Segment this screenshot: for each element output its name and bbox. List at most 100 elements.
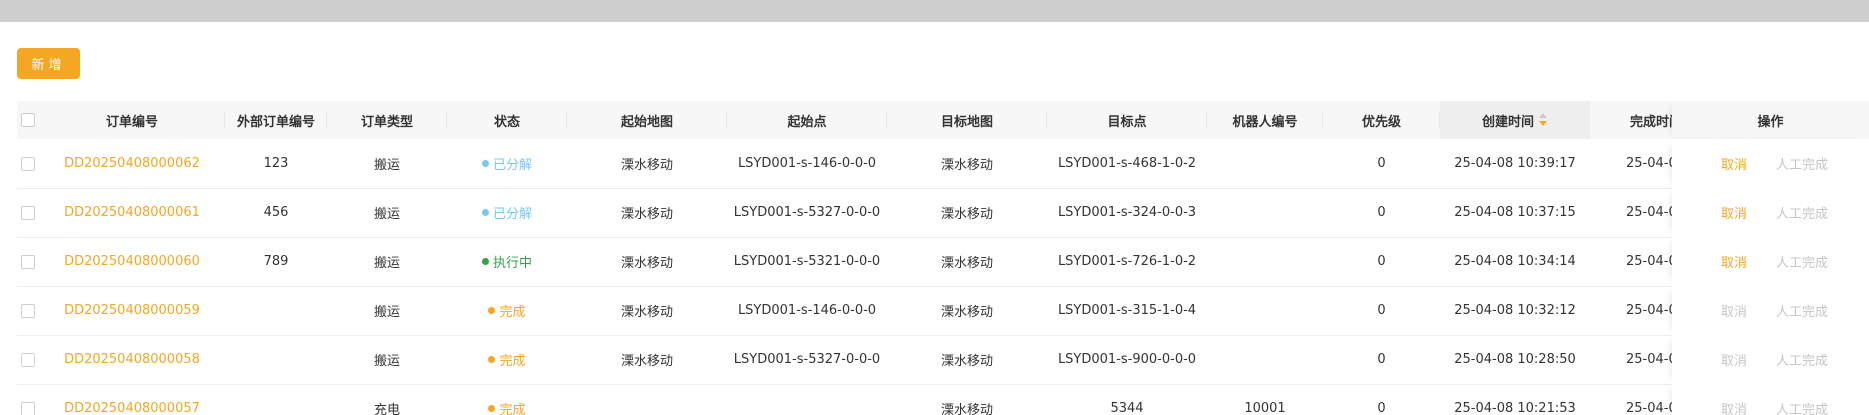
status-cell: 完成: [447, 286, 567, 335]
ext-no: 456: [263, 205, 289, 220]
target-point: LSYD001-s-900-0-0-0: [1057, 352, 1197, 367]
col-actions: 操作: [1757, 114, 1784, 130]
order-table: 订单编号 外部订单编号 订单类型 状态 起始地图 起始点 目标地图 目标点 机器…: [17, 101, 1869, 415]
row-select[interactable]: [17, 237, 39, 286]
row-actions: 取消 人工完成: [1672, 384, 1869, 415]
select-all-checkbox[interactable]: [21, 113, 35, 127]
col-target-map: 目标地图: [887, 101, 1047, 139]
table-row: DD20250408000060 789 搬运 执行中 溧水移动 LSYD001-s-53…: [17, 237, 1869, 287]
ext-no: [225, 335, 327, 384]
order-no-link[interactable]: DD20250408000057: [39, 384, 225, 415]
row-actions: 取消 人工完成: [1672, 335, 1869, 384]
target-point: LSYD001-s-726-1-0-2: [1057, 254, 1197, 269]
start-point: LSYD001-s-5327-0-0-0: [733, 352, 881, 367]
target-map: 溧水移动: [940, 256, 993, 271]
manual-complete-button[interactable]: 人工完成: [1762, 384, 1842, 415]
cancel-button[interactable]: 取消: [1706, 286, 1762, 335]
order-no-link[interactable]: DD20250408000061: [39, 188, 225, 237]
add-button[interactable]: 新增: [17, 48, 80, 79]
order-type: 搬运: [373, 207, 400, 222]
ext-no: 789: [263, 254, 289, 269]
table-row: DD20250408000058 搬运 完成 溧水移动 LSYD001-s-5327-0…: [17, 335, 1869, 385]
status-badge: 完成: [488, 301, 526, 320]
row-checkbox[interactable]: [21, 352, 35, 367]
status-cell: 已分解: [447, 139, 567, 188]
row-checkbox[interactable]: [21, 303, 35, 318]
row-checkbox[interactable]: [21, 254, 35, 269]
table-row: DD20250408000062 123 搬运 已分解 溧水移动 LSYD001-s-14…: [17, 139, 1869, 189]
col-actions-wrap: 操作: [1672, 101, 1869, 139]
cancel-button[interactable]: 取消: [1706, 335, 1762, 384]
status-badge: 执行中: [481, 252, 532, 271]
priority: 0: [1377, 401, 1386, 415]
created-time: 25-04-08 10:32:12: [1454, 303, 1576, 318]
target-map: 溧水移动: [940, 158, 993, 173]
created-time: 25-04-08 10:37:15: [1454, 205, 1576, 220]
target-point: LSYD001-s-315-1-0-4: [1057, 303, 1197, 318]
row-actions: 取消 人工完成: [1672, 237, 1869, 286]
manual-complete-button[interactable]: 人工完成: [1762, 286, 1842, 335]
row-actions: 取消 人工完成: [1672, 139, 1869, 188]
order-no-link[interactable]: DD20250408000059: [39, 286, 225, 335]
status-dot-icon: [481, 258, 489, 265]
robot-no: [1207, 335, 1323, 384]
order-type: 充电: [373, 403, 400, 415]
row-actions: 取消 人工完成: [1672, 286, 1869, 335]
start-map: 溧水移动: [620, 256, 673, 271]
robot-no: [1207, 188, 1323, 237]
table-row: DD20250408000061 456 搬运 已分解 溧水移动 LSYD001-s-53…: [17, 188, 1869, 238]
col-type: 订单类型: [327, 101, 447, 139]
top-bar: [0, 0, 1869, 22]
status-badge: 已分解: [481, 203, 532, 222]
status-dot-icon: [481, 209, 489, 216]
row-checkbox[interactable]: [21, 156, 35, 171]
status-dot-icon: [488, 405, 496, 412]
robot-no: 10001: [1244, 401, 1286, 415]
row-select[interactable]: [17, 335, 39, 384]
sort-caret-icon[interactable]: [1538, 113, 1548, 127]
cancel-button[interactable]: 取消: [1706, 237, 1762, 286]
row-select[interactable]: [17, 188, 39, 237]
cancel-button[interactable]: 取消: [1706, 139, 1762, 188]
priority: 0: [1377, 352, 1386, 367]
table-row: DD20250408000057 充电 完成 溧水移动 5344 10001 0 25-04-…: [17, 384, 1869, 415]
robot-no: [1207, 139, 1323, 188]
start-map: 溧水移动: [620, 207, 673, 222]
manual-complete-button[interactable]: 人工完成: [1762, 335, 1842, 384]
status-dot-icon: [481, 160, 489, 167]
header-select-all[interactable]: [17, 101, 39, 139]
row-checkbox[interactable]: [21, 205, 35, 220]
cancel-button[interactable]: 取消: [1706, 384, 1762, 415]
target-point: LSYD001-s-324-0-0-3: [1057, 205, 1197, 220]
target-map: 溧水移动: [940, 207, 993, 222]
created-time: 25-04-08 10:21:53: [1454, 401, 1576, 415]
start-map: 溧水移动: [620, 305, 673, 320]
ext-no: 123: [263, 156, 289, 171]
priority: 0: [1377, 156, 1386, 171]
manual-complete-button[interactable]: 人工完成: [1762, 139, 1842, 188]
order-no-link[interactable]: DD20250408000058: [39, 335, 225, 384]
start-point: LSYD001-s-146-0-0-0: [737, 156, 877, 171]
ext-no: [225, 384, 327, 415]
order-no-link[interactable]: DD20250408000062: [39, 139, 225, 188]
order-no-link[interactable]: DD20250408000060: [39, 237, 225, 286]
col-start-point: 起始点: [727, 101, 887, 139]
col-start-map: 起始地图: [567, 101, 727, 139]
col-order-no: 订单编号: [39, 101, 225, 139]
col-created[interactable]: 创建时间: [1440, 101, 1590, 139]
row-select[interactable]: [17, 139, 39, 188]
row-select[interactable]: [17, 286, 39, 335]
priority: 0: [1377, 205, 1386, 220]
target-map: 溧水移动: [940, 305, 993, 320]
manual-complete-button[interactable]: 人工完成: [1762, 188, 1842, 237]
start-map: 溧水移动: [620, 354, 673, 369]
robot-no: [1207, 237, 1323, 286]
target-map: 溧水移动: [940, 354, 993, 369]
order-type: 搬运: [373, 256, 400, 271]
cancel-button[interactable]: 取消: [1706, 188, 1762, 237]
priority: 0: [1377, 254, 1386, 269]
status-dot-icon: [488, 307, 496, 314]
manual-complete-button[interactable]: 人工完成: [1762, 237, 1842, 286]
row-select[interactable]: [17, 384, 39, 415]
row-checkbox[interactable]: [21, 401, 35, 415]
